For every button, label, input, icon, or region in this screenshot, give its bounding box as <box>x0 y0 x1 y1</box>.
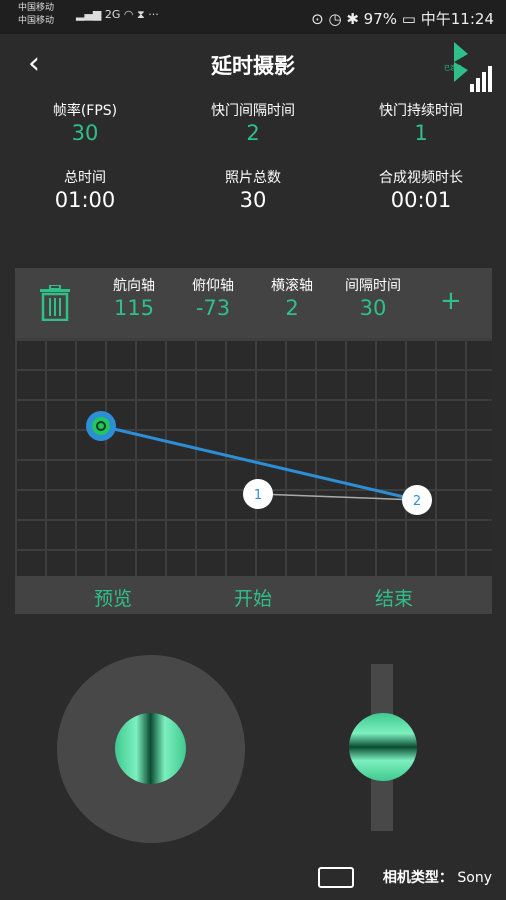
signal-text: 2G <box>104 8 121 21</box>
fps-label: 帧率(FPS) <box>52 103 118 119</box>
roll-label: 横滚轴 <box>271 278 313 294</box>
total-time-label: 总时间 <box>64 170 106 186</box>
camera-type-label: 相机类型： <box>382 870 453 886</box>
battery-icon: ▭ <box>401 10 416 28</box>
keyframe-point-2[interactable]: 2 <box>402 485 432 515</box>
status-time: 中午11:24 <box>420 10 494 28</box>
pitch-value[interactable]: -73 <box>173 296 253 320</box>
hourglass-icon: ⧗ <box>137 8 145 21</box>
fps-value[interactable]: 30 <box>10 121 160 145</box>
photo-count-label: 照片总数 <box>225 170 281 186</box>
shutter-duration-label: 快门持续时间 <box>379 103 463 119</box>
bt-connected-text: 已连接 <box>444 64 462 72</box>
delete-button[interactable] <box>38 284 72 322</box>
slider-knob[interactable] <box>349 713 417 781</box>
video-length-label: 合成视频时长 <box>379 170 463 186</box>
trash-icon <box>40 284 70 322</box>
photo-count-value: 30 <box>239 188 267 212</box>
carrier-line-2: 中国移动 <box>18 16 55 26</box>
shutter-interval-label: 快门间隔时间 <box>211 103 295 119</box>
shutter-duration-value[interactable]: 1 <box>346 121 496 145</box>
shutter-interval-value[interactable]: 2 <box>178 121 328 145</box>
total-time-value: 01:00 <box>54 188 116 212</box>
camera-type[interactable]: 相机类型： Sony <box>383 867 492 887</box>
add-keyframe-button[interactable]: + <box>440 286 462 316</box>
pitch-label: 俯仰轴 <box>192 278 234 294</box>
yaw-label: 航向轴 <box>113 278 155 294</box>
status-right-text: ⊙ ◷ ✱ 97% <box>311 10 398 28</box>
camera-battery-icon <box>318 867 354 888</box>
keyframe-point-1[interactable]: 1 <box>243 479 273 509</box>
camera-type-value: Sony <box>457 870 492 886</box>
wifi-icon: ◠ <box>123 8 134 21</box>
back-button[interactable]: ‹ <box>28 46 40 81</box>
yaw-value[interactable]: 115 <box>94 296 174 320</box>
point-1-label: 1 <box>254 488 262 503</box>
chevron-left-icon: ‹ <box>28 46 40 81</box>
roll-value[interactable]: 2 <box>252 296 332 320</box>
status-icons-right: ⊙ ◷ ✱ 97% ▭ 中午11:24 <box>311 8 494 29</box>
interval-label: 间隔时间 <box>345 278 401 294</box>
signal-icon: ▂▄▆ <box>76 8 102 21</box>
video-length-value: 00:01 <box>390 188 452 212</box>
page-title: 延时摄影 <box>211 54 295 78</box>
preview-button[interactable]: 预览 <box>53 584 173 611</box>
end-button[interactable]: 结束 <box>334 584 454 611</box>
point-2-label: 2 <box>413 494 421 509</box>
interval-value[interactable]: 30 <box>333 296 413 320</box>
bluetooth-icon: 已连接 <box>444 42 492 92</box>
keyframe-path: 1 2 <box>86 411 432 515</box>
start-button[interactable]: 开始 <box>193 584 313 611</box>
more-icon: ··· <box>148 8 159 21</box>
bluetooth-status-button[interactable]: 已连接 <box>440 40 495 95</box>
carrier-info: 中国移动 中国移动 <box>18 2 54 28</box>
joystick-knob[interactable] <box>115 713 186 784</box>
carrier-line-1: 中国移动 <box>18 3 55 13</box>
status-icons-left: ▂▄▆ 2G ◠ ⧗ ··· <box>76 8 159 22</box>
